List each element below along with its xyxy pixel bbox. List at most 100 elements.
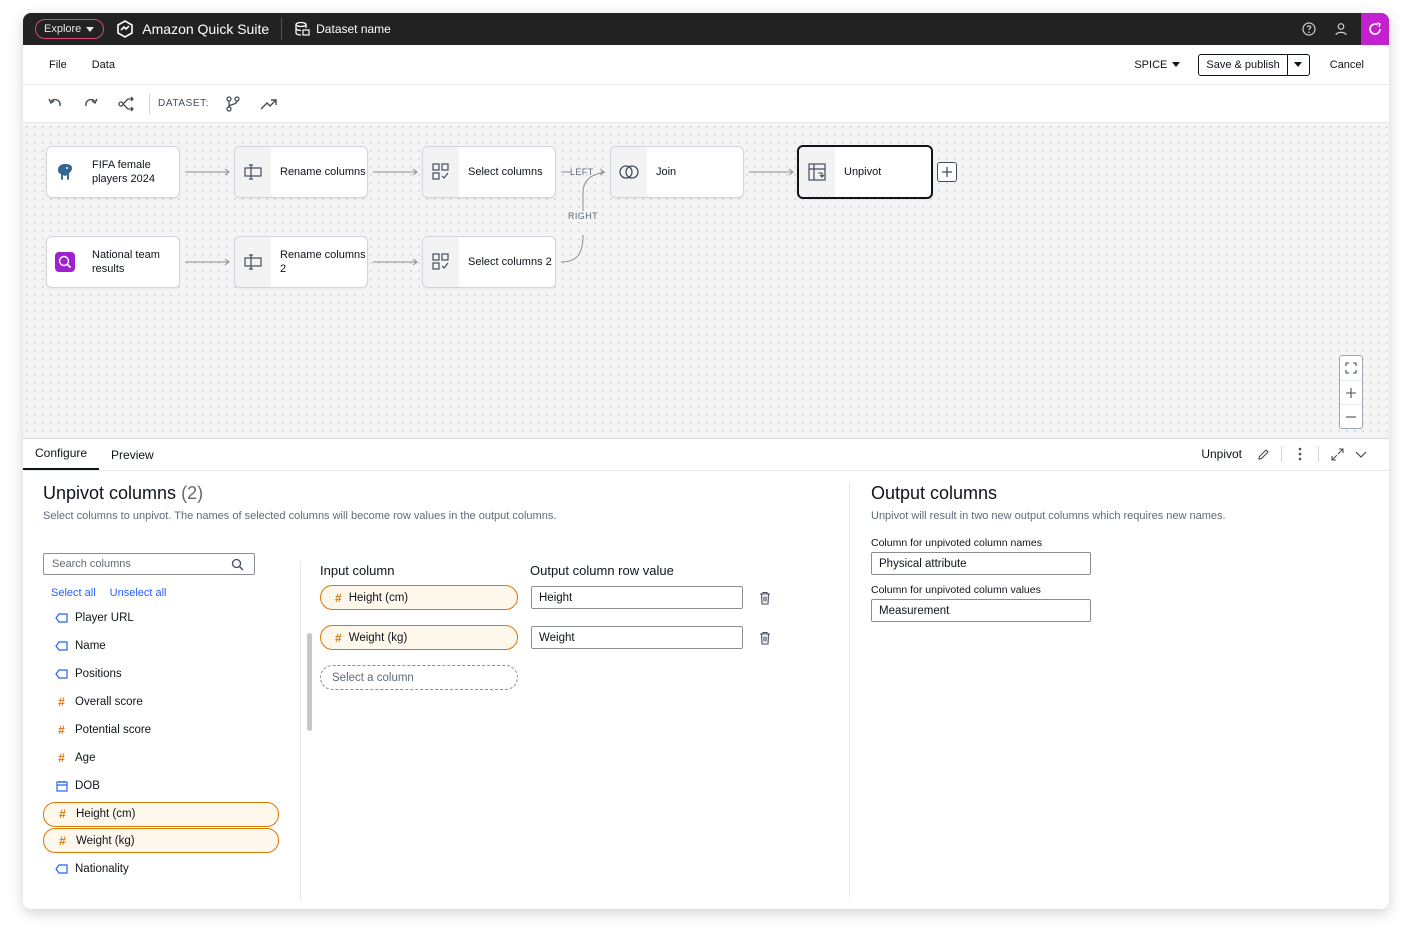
column-list-item[interactable]: # Overall score xyxy=(43,688,279,716)
trash-icon[interactable] xyxy=(759,591,771,605)
names-field-input[interactable]: Physical attribute xyxy=(871,552,1091,575)
column-list-item[interactable]: # Height (cm) xyxy=(43,801,279,827)
output-row-value-input[interactable]: Weight xyxy=(531,626,743,649)
menu-file[interactable]: File xyxy=(49,59,67,71)
fit-view-button[interactable] xyxy=(1340,356,1362,380)
divider xyxy=(1281,446,1282,462)
save-options-button[interactable] xyxy=(1288,55,1309,75)
rename-icon xyxy=(235,237,271,287)
column-list-item[interactable]: DOB xyxy=(43,772,279,800)
dataset-toolbar-label: DATASET: xyxy=(158,98,210,109)
mapping-row-empty: Select a column xyxy=(320,665,518,690)
save-publish-button[interactable]: Save & publish xyxy=(1199,54,1288,75)
names-field: Column for unpivoted column names Physic… xyxy=(871,537,1351,575)
explore-button[interactable]: Explore xyxy=(35,19,105,39)
cancel-button[interactable]: Cancel xyxy=(1330,59,1364,71)
unpivot-description: Select columns to unpivot. The names of … xyxy=(43,510,557,522)
node-label: Select columns 2 xyxy=(468,256,552,268)
node-label: Rename columns xyxy=(280,166,366,178)
menubar-actions: SPICE Save & publish Cancel xyxy=(1134,53,1389,76)
dataset-trend-button[interactable] xyxy=(251,85,287,123)
trash-icon[interactable] xyxy=(759,631,771,645)
spice-dropdown[interactable]: SPICE xyxy=(1134,58,1181,71)
top-bar: Explore Amazon Quick Suite Dataset name xyxy=(23,13,1389,45)
number-type-icon: # xyxy=(59,833,66,848)
add-step-button[interactable] xyxy=(937,162,957,182)
tab-configure[interactable]: Configure xyxy=(23,438,100,470)
node-label: National team results xyxy=(92,249,160,275)
column-list-item[interactable]: # Age xyxy=(43,744,279,772)
column-list-item[interactable]: Nationality xyxy=(43,855,279,883)
column-list-item[interactable]: # Weight (kg) xyxy=(43,828,279,853)
user-button[interactable] xyxy=(1325,13,1357,45)
search-icon xyxy=(231,558,244,571)
node-unpivot[interactable]: Unpivot xyxy=(797,145,933,199)
column-name: Player URL xyxy=(75,612,134,624)
search-columns-input[interactable]: Search columns xyxy=(43,553,255,575)
menu-data[interactable]: Data xyxy=(92,59,115,71)
column-name: Overall score xyxy=(75,696,143,708)
node-join[interactable]: Join xyxy=(610,146,744,198)
more-options-button[interactable] xyxy=(1288,442,1312,466)
quick-assistant-button[interactable] xyxy=(1361,13,1389,45)
current-step-label: Unpivot xyxy=(1201,447,1242,461)
input-column-pill[interactable]: # Weight (kg) xyxy=(320,625,518,650)
help-button[interactable] xyxy=(1293,13,1325,45)
output-columns-description: Unpivot will result in two new output co… xyxy=(871,510,1226,522)
edit-step-button[interactable] xyxy=(1251,442,1275,466)
select-all-link[interactable]: Select all xyxy=(51,587,96,599)
node-select-columns[interactable]: Select columns xyxy=(422,146,556,198)
column-name: Positions xyxy=(75,668,122,680)
node-select-columns-2[interactable]: Select columns 2 xyxy=(422,236,556,288)
node-label: Rename columns 2 xyxy=(280,249,366,275)
number-type-icon: # xyxy=(335,590,342,605)
divider xyxy=(281,18,283,40)
panel-tabs: Configure Preview Unpivot xyxy=(23,439,1389,471)
flow-canvas[interactable]: LEFT RIGHT FIFA female players 2024 Rena… xyxy=(23,123,1389,439)
column-name: Nationality xyxy=(75,862,129,875)
undo-button[interactable] xyxy=(37,85,73,123)
column-list-scrollbar[interactable] xyxy=(307,633,312,731)
pencil-icon xyxy=(1257,448,1269,460)
unpivot-mapping: Input column Output column row value # H… xyxy=(320,563,820,690)
column-list-item[interactable]: Name xyxy=(43,632,279,660)
dataset-icon xyxy=(295,21,310,36)
output-row-value-input[interactable]: Height xyxy=(531,586,743,609)
plus-icon xyxy=(942,167,952,177)
column-list-item[interactable]: Positions xyxy=(43,660,279,688)
node-fifa-female-players[interactable]: FIFA female players 2024 xyxy=(46,146,180,198)
zoom-in-button[interactable] xyxy=(1340,380,1362,404)
values-field-input[interactable]: Measurement xyxy=(871,599,1091,622)
column-list: Player URL Name Positions # Overall score # Po… xyxy=(43,604,279,883)
unselect-all-link[interactable]: Unselect all xyxy=(110,587,167,599)
string-type-icon xyxy=(55,669,68,679)
zoom-out-button[interactable] xyxy=(1340,404,1362,428)
values-field-label: Column for unpivoted column values xyxy=(871,584,1041,596)
tab-preview[interactable]: Preview xyxy=(99,438,166,470)
select-columns-icon xyxy=(423,237,459,287)
node-label: Unpivot xyxy=(844,166,882,178)
divider xyxy=(1318,446,1319,462)
dataset-name-button[interactable]: Dataset name xyxy=(294,21,391,37)
spice-label: SPICE xyxy=(1134,58,1168,71)
expand-panel-button[interactable] xyxy=(1325,442,1349,466)
column-list-item[interactable]: # Potential score xyxy=(43,716,279,744)
column-name: Potential score xyxy=(75,724,152,736)
column-name: Age xyxy=(75,752,96,764)
fit-view-icon xyxy=(1345,362,1357,374)
column-list-item[interactable]: Player URL xyxy=(43,604,279,632)
mapping-row: # Weight (kg) Weight xyxy=(320,625,771,650)
node-rename-columns-2[interactable]: Rename columns 2 xyxy=(234,236,368,288)
redo-icon xyxy=(85,98,98,106)
collapse-panel-button[interactable] xyxy=(1349,442,1373,466)
auto-layout-button[interactable] xyxy=(109,85,145,123)
divider xyxy=(300,561,301,901)
dataset-lineage-button[interactable] xyxy=(215,85,251,123)
redo-button[interactable] xyxy=(73,85,109,123)
input-column-name: Weight (kg) xyxy=(348,631,408,644)
node-national-team-results[interactable]: National team results xyxy=(46,236,180,288)
select-column-dropzone[interactable]: Select a column xyxy=(320,665,518,690)
node-rename-columns[interactable]: Rename columns xyxy=(234,146,368,198)
input-column-pill[interactable]: # Height (cm) xyxy=(320,585,518,610)
column-name: DOB xyxy=(75,780,100,792)
